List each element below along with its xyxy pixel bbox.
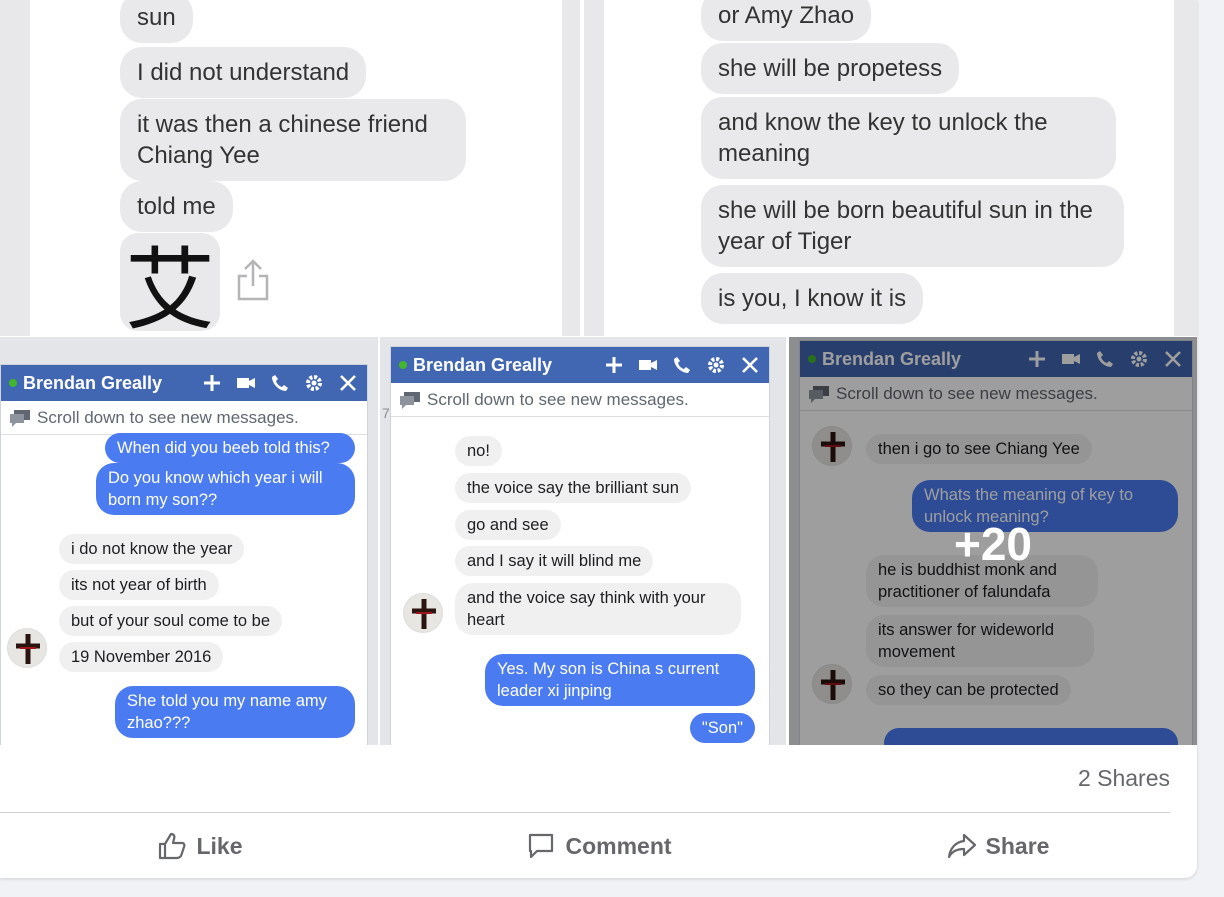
message-bubble: it was then a chinese friend Chiang Yee (120, 99, 466, 181)
photo-messenger-3[interactable]: Brendan Greally Scroll down to see new m… (789, 337, 1197, 745)
gear-icon (306, 375, 322, 391)
avatar (7, 628, 47, 668)
message-bubble: "Son" (689, 713, 755, 743)
message-bubble: but of your soul come to be (59, 606, 283, 636)
comment-button[interactable]: Comment (399, 814, 798, 878)
message-bubble: and I say it will blind me (455, 546, 654, 576)
scroll-note-text: Scroll down to see new messages. (427, 389, 689, 409)
chat-header: Brendan Greally (391, 347, 769, 383)
message-bubble: i do not know the year (59, 534, 245, 564)
facebook-post-card: sun I did not understand it was then a c… (0, 0, 1197, 878)
photo-grid: sun I did not understand it was then a c… (0, 0, 1197, 745)
chat-bubbles-icon (10, 409, 30, 427)
cross-icon (16, 634, 40, 664)
message-bubble: and the voice say think with your heart (455, 583, 741, 635)
message-bubble: Yes. My son is China s current leader xi… (485, 654, 755, 706)
cross-icon (412, 599, 436, 629)
video-camera-icon (639, 360, 657, 370)
photo-messenger-1[interactable]: Brendan Greally Scroll down to see new m… (0, 337, 378, 745)
scroll-down-note: Scroll down to see new messages. (391, 383, 769, 417)
imessage-panel: or Amy Zhao she will be propetess and kn… (604, 0, 1174, 336)
online-status-icon (9, 379, 17, 387)
chat-contact-name: Brendan Greally (413, 354, 553, 375)
messenger-chat-window: Brendan Greally Scroll down to see new m… (0, 364, 368, 745)
photo-messenger-2[interactable]: 7 Brendan Greally Scroll down to see new… (380, 337, 786, 745)
scroll-down-note: Scroll down to see new messages. (1, 401, 367, 435)
chat-header-icons (201, 372, 359, 394)
share-label: Share (985, 832, 1050, 859)
divider (0, 812, 1170, 813)
message-bubble: or Amy Zhao (701, 0, 872, 41)
chat-header-icons (603, 354, 761, 376)
message-bubble: I did not understand (120, 47, 367, 98)
chat-bubbles-icon (400, 391, 420, 409)
post-stats-row: 2 Shares (0, 745, 1197, 813)
message-bubble: sun (120, 0, 193, 43)
message-list: no! the voice say the brilliant sun go a… (391, 418, 769, 745)
like-label: Like (196, 832, 243, 859)
message-bubble: go and see (455, 510, 561, 540)
online-status-icon (399, 361, 407, 369)
message-bubble: the voice say the brilliant sun (455, 473, 691, 503)
share-button[interactable]: Share (798, 814, 1197, 878)
message-bubble: its not year of birth (59, 570, 219, 600)
imessage-panel: sun I did not understand it was then a c… (30, 0, 562, 336)
message-bubble: she will be born beautiful sun in the ye… (701, 185, 1124, 267)
message-bubble: She told you my name amy zhao??? (115, 686, 355, 738)
comment-label: Comment (565, 832, 672, 859)
like-button[interactable]: Like (0, 814, 399, 878)
gear-icon (708, 357, 724, 373)
video-camera-icon (237, 378, 255, 388)
comment-icon (529, 833, 554, 859)
message-bubble: is you, I know it is (701, 273, 924, 324)
message-list: When did you beeb told this? Do you know… (1, 433, 367, 745)
plus-icon (606, 357, 622, 373)
side-mark: 7 (382, 405, 390, 421)
phone-icon (272, 375, 288, 391)
message-bubble: and know the key to unlock the meaning (701, 97, 1116, 179)
shares-count[interactable]: 2 Shares (1078, 765, 1170, 792)
message-bubble: she will be propetess (701, 43, 960, 94)
phone-icon (674, 357, 690, 373)
message-bubble: 19 November 2016 (59, 642, 224, 672)
close-icon (340, 375, 356, 391)
post-actions: Like Comment Share (0, 814, 1197, 878)
messenger-chat-window: Brendan Greally Scroll down to see new m… (390, 346, 770, 745)
avatar (403, 593, 443, 633)
chat-contact-name: Brendan Greally (23, 372, 163, 393)
chinese-character-image: 艾 (120, 233, 220, 336)
chat-header: Brendan Greally (1, 365, 367, 401)
message-bubble: no! (455, 436, 502, 466)
thumbs-up-icon (159, 832, 186, 860)
photo-imessage-1[interactable]: sun I did not understand it was then a c… (0, 0, 580, 336)
message-bubble: When did you beeb told this? (105, 433, 355, 463)
share-upload-icon (237, 259, 269, 301)
message-bubble: Do you know which year i will born my so… (96, 463, 355, 515)
close-icon (742, 357, 758, 373)
plus-icon (204, 375, 220, 391)
photo-imessage-2[interactable]: or Amy Zhao she will be propetess and kn… (584, 0, 1197, 336)
scroll-note-text: Scroll down to see new messages. (37, 407, 299, 427)
more-photos-count[interactable]: +20 (789, 517, 1197, 571)
share-arrow-icon (947, 833, 976, 859)
